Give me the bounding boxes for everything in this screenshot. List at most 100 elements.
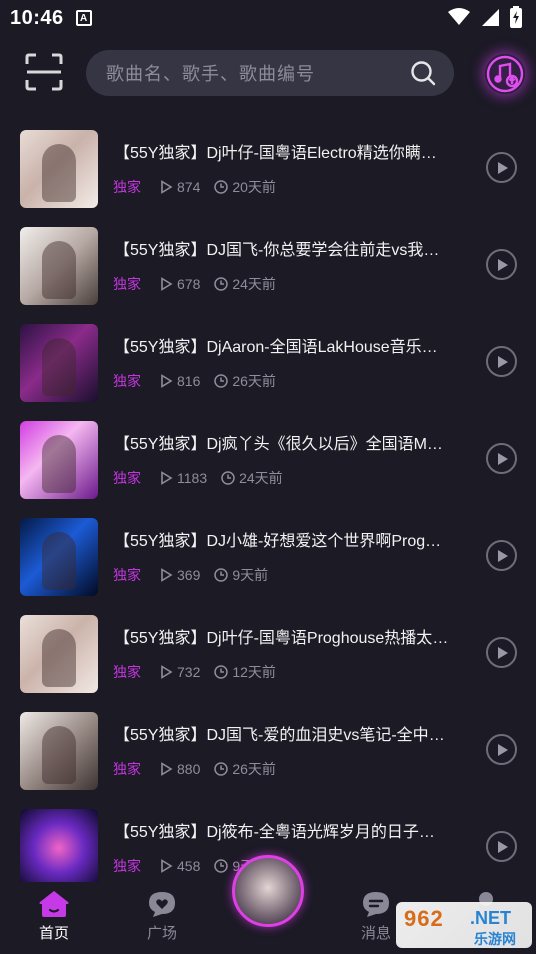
song-cover-image — [20, 615, 98, 693]
exclusive-tag: 独家 — [113, 179, 141, 195]
play-count-icon — [161, 374, 173, 388]
nav-home[interactable]: 首页 — [24, 890, 84, 950]
play-icon — [498, 744, 508, 756]
wifi-icon — [448, 8, 470, 25]
now-playing-disc[interactable] — [232, 855, 304, 927]
upload-time: 24天前 — [239, 470, 283, 486]
play-button[interactable] — [486, 831, 517, 862]
app-notification-icon: A — [75, 10, 92, 26]
scan-icon — [25, 53, 63, 91]
song-meta: 独家 369 9天前 — [113, 564, 268, 586]
play-button[interactable] — [486, 152, 517, 183]
site-watermark: 962 .NET 乐游网 — [396, 902, 532, 948]
play-icon — [498, 356, 508, 368]
play-button[interactable] — [486, 540, 517, 571]
song-meta: 独家 816 26天前 — [113, 370, 276, 392]
song-row[interactable]: 【55Y独家】Dj叶仔-国粤语Proghouse热播太阳串烧 独家 732 12… — [0, 607, 536, 704]
search-input[interactable]: 歌曲名、歌手、歌曲编号 — [86, 50, 454, 96]
nav-home-label: 首页 — [38, 925, 69, 942]
song-row[interactable]: 【55Y独家】Dj疯丫头《很久以后》全国语Melbourne 独家 1183 2… — [0, 413, 536, 510]
song-row[interactable]: 【55Y独家】DJ小雄-好想爱这个世界啊Proghouse 独家 369 9天前 — [0, 510, 536, 607]
play-icon — [498, 550, 508, 562]
clock-icon — [214, 277, 229, 291]
play-count-icon — [161, 277, 173, 291]
clock-icon — [214, 374, 229, 388]
upload-time: 26天前 — [232, 761, 276, 777]
play-icon — [498, 841, 508, 853]
play-count: 369 — [177, 567, 201, 583]
song-cover-image — [20, 324, 98, 402]
play-count: 816 — [177, 373, 201, 389]
upload-time: 9天前 — [232, 567, 269, 583]
play-icon — [498, 647, 508, 659]
song-meta: 独家 874 20天前 — [113, 176, 276, 198]
play-count-icon — [161, 180, 173, 194]
song-cover-image — [20, 130, 98, 208]
battery-icon — [510, 6, 522, 28]
song-list: 【55Y独家】Dj叶仔-国粤语Electro精选你瞒我瞒串烧 独家 874 20… — [0, 122, 536, 898]
search-placeholder: 歌曲名、歌手、歌曲编号 — [106, 64, 315, 84]
play-count-icon — [161, 859, 173, 873]
play-button[interactable] — [486, 249, 517, 280]
play-count-icon — [161, 665, 173, 679]
status-time: 10:46 — [10, 6, 64, 29]
song-meta: 独家 880 26天前 — [113, 758, 276, 780]
exclusive-tag: 独家 — [113, 373, 141, 389]
song-cover-image — [20, 227, 98, 305]
play-count-icon — [161, 471, 173, 485]
clock-icon — [214, 859, 229, 873]
nav-square[interactable]: 广场 — [132, 890, 192, 950]
song-cover-image — [20, 421, 98, 499]
play-button[interactable] — [486, 443, 517, 474]
clock-icon — [214, 665, 229, 679]
play-count: 732 — [177, 664, 201, 680]
play-button[interactable] — [486, 346, 517, 377]
song-row[interactable]: 【55Y独家】DjAaron-全国语LakHouse音乐串烧 独家 816 26… — [0, 316, 536, 413]
play-count: 1183 — [177, 470, 208, 486]
upload-time: 20天前 — [232, 179, 276, 195]
song-title: 【55Y独家】DJ国飞-你总要学会往前走vs我们的故事 — [114, 242, 450, 259]
header: 歌曲名、歌手、歌曲编号 — [0, 44, 536, 104]
exclusive-tag: 独家 — [113, 664, 141, 680]
play-count: 678 — [177, 276, 201, 292]
play-icon — [498, 453, 508, 465]
play-count: 874 — [177, 179, 201, 195]
play-button[interactable] — [486, 637, 517, 668]
song-meta: 独家 1183 24天前 — [113, 467, 283, 489]
watermark-domain: .NET — [470, 908, 512, 928]
play-count: 458 — [177, 858, 201, 874]
status-bar: 10:46 A — [0, 0, 536, 36]
scan-button[interactable] — [24, 52, 64, 92]
play-button[interactable] — [486, 734, 517, 765]
search-icon[interactable] — [410, 60, 436, 86]
song-cover-image — [20, 809, 98, 887]
song-title: 【55Y独家】DJ小雄-好想爱这个世界啊Proghouse — [114, 533, 450, 550]
song-title: 【55Y独家】DJ国飞-爱的血泪史vs笔记-全中文串烧 — [114, 727, 450, 744]
clock-icon — [214, 568, 229, 582]
exclusive-tag: 独家 — [113, 567, 141, 583]
song-title: 【55Y独家】Dj疯丫头《很久以后》全国语Melbourne — [114, 436, 450, 453]
home-icon — [39, 891, 69, 917]
exclusive-tag: 独家 — [113, 276, 141, 292]
song-cover-image — [20, 518, 98, 596]
play-count-icon — [161, 762, 173, 776]
music-upload-button[interactable] — [485, 54, 525, 94]
song-row[interactable]: 【55Y独家】DJ国飞-你总要学会往前走vs我们的故事 独家 678 24天前 — [0, 219, 536, 316]
message-icon — [363, 892, 389, 917]
play-count: 880 — [177, 761, 201, 777]
song-title: 【55Y独家】Dj筱布-全粤语光辉岁月的日子里串烧 — [114, 824, 450, 841]
upload-time: 24天前 — [232, 276, 276, 292]
exclusive-tag: 独家 — [113, 470, 141, 486]
clock-icon — [221, 471, 235, 485]
upload-time: 12天前 — [232, 664, 276, 680]
song-cover-image — [20, 712, 98, 790]
clock-icon — [214, 762, 229, 776]
clock-icon — [214, 180, 229, 194]
play-icon — [498, 259, 508, 271]
music-upload-icon — [486, 55, 524, 93]
song-row[interactable]: 【55Y独家】DJ国飞-爱的血泪史vs笔记-全中文串烧 独家 880 26天前 — [0, 704, 536, 801]
song-row[interactable]: 【55Y独家】Dj叶仔-国粤语Electro精选你瞒我瞒串烧 独家 874 20… — [0, 122, 536, 219]
song-title: 【55Y独家】DjAaron-全国语LakHouse音乐串烧 — [114, 339, 450, 356]
exclusive-tag: 独家 — [113, 858, 141, 874]
exclusive-tag: 独家 — [113, 761, 141, 777]
